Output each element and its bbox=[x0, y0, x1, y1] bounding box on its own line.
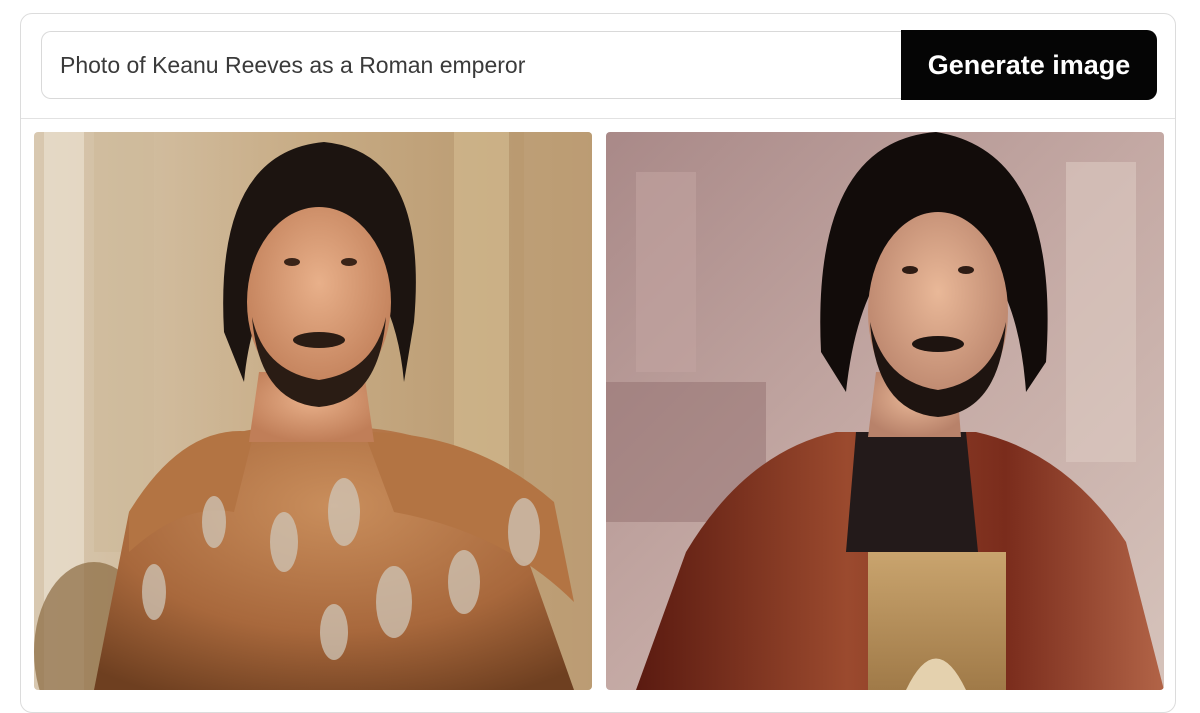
generated-image-2[interactable] bbox=[606, 132, 1164, 690]
generate-image-button[interactable]: Generate image bbox=[901, 30, 1157, 100]
generated-image-2-picture bbox=[606, 132, 1164, 690]
image-generator-card: Photo of Keanu Reeves as a Roman emperor… bbox=[20, 13, 1176, 713]
generated-image-1-picture bbox=[34, 132, 592, 690]
prompt-text: Photo of Keanu Reeves as a Roman emperor bbox=[60, 51, 526, 78]
generated-image-1[interactable] bbox=[34, 132, 592, 690]
divider bbox=[21, 118, 1175, 119]
prompt-row: Photo of Keanu Reeves as a Roman emperor… bbox=[41, 30, 1157, 101]
prompt-input[interactable]: Photo of Keanu Reeves as a Roman emperor bbox=[41, 31, 901, 99]
